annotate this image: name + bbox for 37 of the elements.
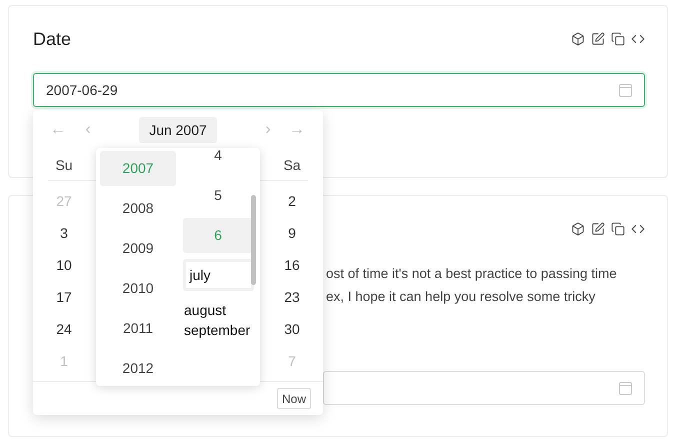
month-input-field[interactable]: july xyxy=(182,259,254,291)
month-option[interactable]: 5 xyxy=(182,185,254,205)
description-text: ex, I hope it can help you resolve some tricky xyxy=(326,288,596,306)
date-field[interactable]: 2007-06-29 xyxy=(33,73,645,107)
cube-icon[interactable] xyxy=(571,222,585,236)
code-icon[interactable] xyxy=(631,222,645,236)
year-option[interactable]: 2012 xyxy=(100,358,176,378)
day-cell[interactable]: 17 xyxy=(48,281,80,313)
day-cell[interactable]: 10 xyxy=(48,249,80,281)
weekday-label: Su xyxy=(54,156,74,175)
month-year-button[interactable]: Jun 2007 xyxy=(139,117,217,143)
day-cell[interactable]: 24 xyxy=(48,313,80,345)
edit-icon[interactable] xyxy=(591,222,605,236)
now-button[interactable]: Now xyxy=(276,388,311,409)
date-field[interactable] xyxy=(323,371,645,405)
day-cell[interactable]: 2 xyxy=(276,185,308,217)
description-text: ost of time it's not a best practice to passing time xyxy=(326,265,618,283)
day-cell[interactable]: 9 xyxy=(276,217,308,249)
copy-icon[interactable] xyxy=(611,32,625,46)
day-cell[interactable]: 3 xyxy=(48,217,80,249)
year-option[interactable]: 2010 xyxy=(100,278,176,298)
month-option[interactable]: august xyxy=(180,300,256,320)
edit-icon[interactable] xyxy=(591,32,605,46)
section-title: Date xyxy=(33,28,72,50)
month-option[interactable]: 4 xyxy=(182,148,254,165)
year-option[interactable]: 2009 xyxy=(100,238,176,258)
year-option[interactable]: 2011 xyxy=(100,318,176,338)
day-cell[interactable]: 23 xyxy=(276,281,308,313)
weekday-label: Sa xyxy=(282,156,302,175)
code-icon[interactable] xyxy=(631,32,645,46)
cube-icon[interactable] xyxy=(571,32,585,46)
year-option[interactable]: 2008 xyxy=(100,198,176,218)
month-option[interactable]: september xyxy=(180,320,256,340)
day-cell[interactable]: 16 xyxy=(276,249,308,281)
scrollbar[interactable] xyxy=(251,195,256,285)
day-cell[interactable]: 30 xyxy=(276,313,308,345)
copy-icon[interactable] xyxy=(611,222,625,236)
